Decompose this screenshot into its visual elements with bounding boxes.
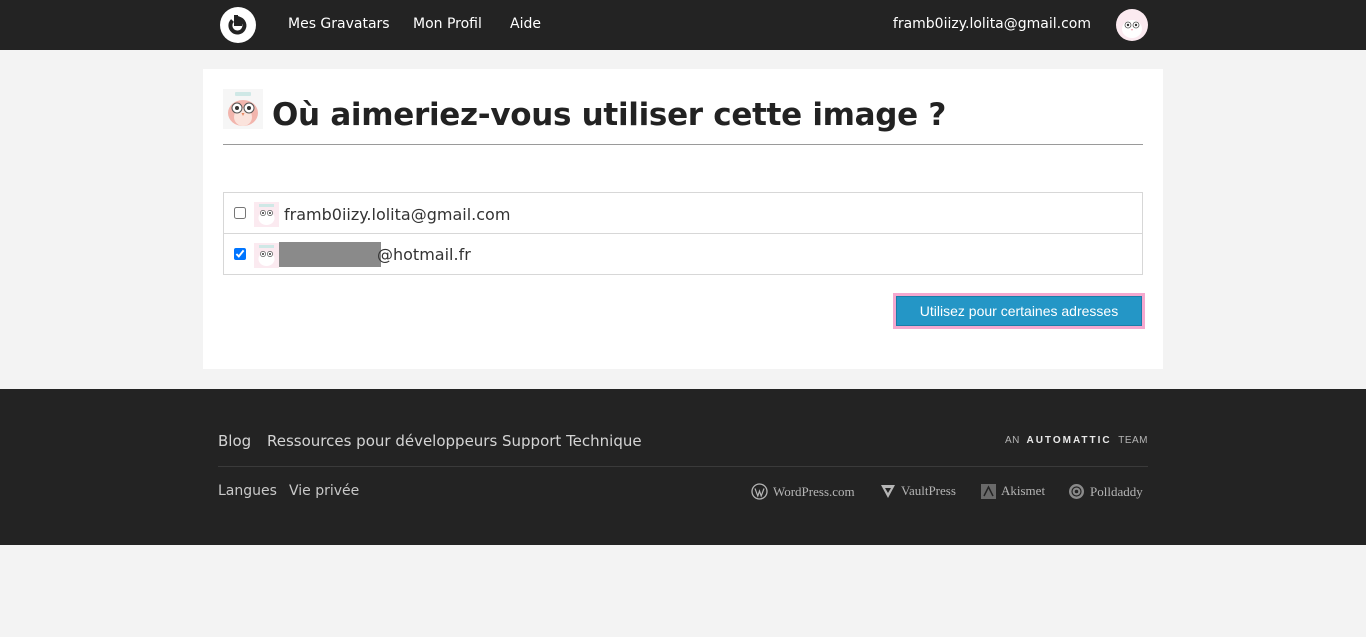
brand-label: VaultPress: [901, 483, 956, 498]
list-item[interactable]: @hotmail.fr: [223, 233, 1143, 275]
automattic-suffix: TEAM: [1118, 435, 1148, 446]
redacted-block: [279, 242, 381, 267]
footer-link-blog[interactable]: Blog: [218, 432, 251, 450]
account-email[interactable]: framb0iizy.lolita@gmail.com: [893, 16, 1091, 32]
nav-mes-gravatars[interactable]: Mes Gravatars: [288, 16, 390, 32]
email-domain: @hotmail.fr: [377, 245, 471, 264]
gravatar-logo-icon[interactable]: [220, 7, 256, 43]
brand-polldaddy[interactable]: Polldaddy: [1068, 483, 1143, 500]
site-footer: Blog Ressources pour développeurs Suppor…: [0, 389, 1366, 545]
brand-label: Akismet: [1001, 483, 1046, 498]
automattic-wordmark: AUTOMATTIC: [1026, 435, 1112, 446]
vaultpress-icon: [881, 485, 895, 498]
wordpress-icon: [751, 483, 768, 500]
nav-aide[interactable]: Aide: [510, 16, 541, 32]
footer-link-support[interactable]: Support Technique: [502, 432, 642, 450]
brand-akismet[interactable]: Akismet: [981, 483, 1045, 499]
top-navigation-bar: Mes Gravatars Mon Profil Aide framb0iizy…: [0, 0, 1366, 50]
list-item[interactable]: framb0iizy.lolita@gmail.com: [223, 192, 1143, 234]
brand-label: Polldaddy: [1090, 483, 1143, 499]
page-title: Où aimeriez-vous utiliser cette image ?: [272, 97, 947, 133]
nav-mon-profil[interactable]: Mon Profil: [413, 16, 482, 32]
akismet-icon: [981, 483, 996, 499]
email-avatar-thumbnail: [254, 202, 279, 227]
polldaddy-icon: [1069, 484, 1084, 499]
email-checkbox[interactable]: [234, 207, 246, 219]
footer-link-privacy[interactable]: Vie privée: [289, 483, 359, 499]
email-address: framb0iizy.lolita@gmail.com: [284, 205, 511, 224]
user-avatar[interactable]: [1116, 9, 1148, 41]
footer-link-developer-resources[interactable]: Ressources pour développeurs: [267, 432, 497, 450]
image-assignment-card: Où aimeriez-vous utiliser cette image ? …: [203, 69, 1163, 369]
automattic-team-credit[interactable]: AN AUTOMATTIC TEAM: [1005, 435, 1148, 446]
automattic-prefix: AN: [1005, 435, 1020, 446]
email-address-list: framb0iizy.lolita@gmail.com @hotmail.fr: [223, 192, 1143, 275]
brand-vaultpress[interactable]: VaultPress: [880, 483, 956, 499]
email-checkbox[interactable]: [234, 248, 246, 260]
brand-label: WordPress.com: [773, 483, 855, 499]
footer-divider: [218, 466, 1148, 467]
submit-button-highlight: Utilisez pour certaines adresses: [893, 293, 1145, 329]
use-for-selected-addresses-button[interactable]: Utilisez pour certaines adresses: [896, 296, 1142, 326]
brand-wordpress[interactable]: WordPress.com: [751, 483, 855, 500]
selected-image-thumbnail: [223, 89, 263, 129]
email-avatar-thumbnail: [254, 243, 279, 268]
footer-link-languages[interactable]: Langues: [218, 483, 277, 499]
title-divider: [223, 144, 1143, 145]
email-address: @hotmail.fr: [279, 242, 471, 267]
